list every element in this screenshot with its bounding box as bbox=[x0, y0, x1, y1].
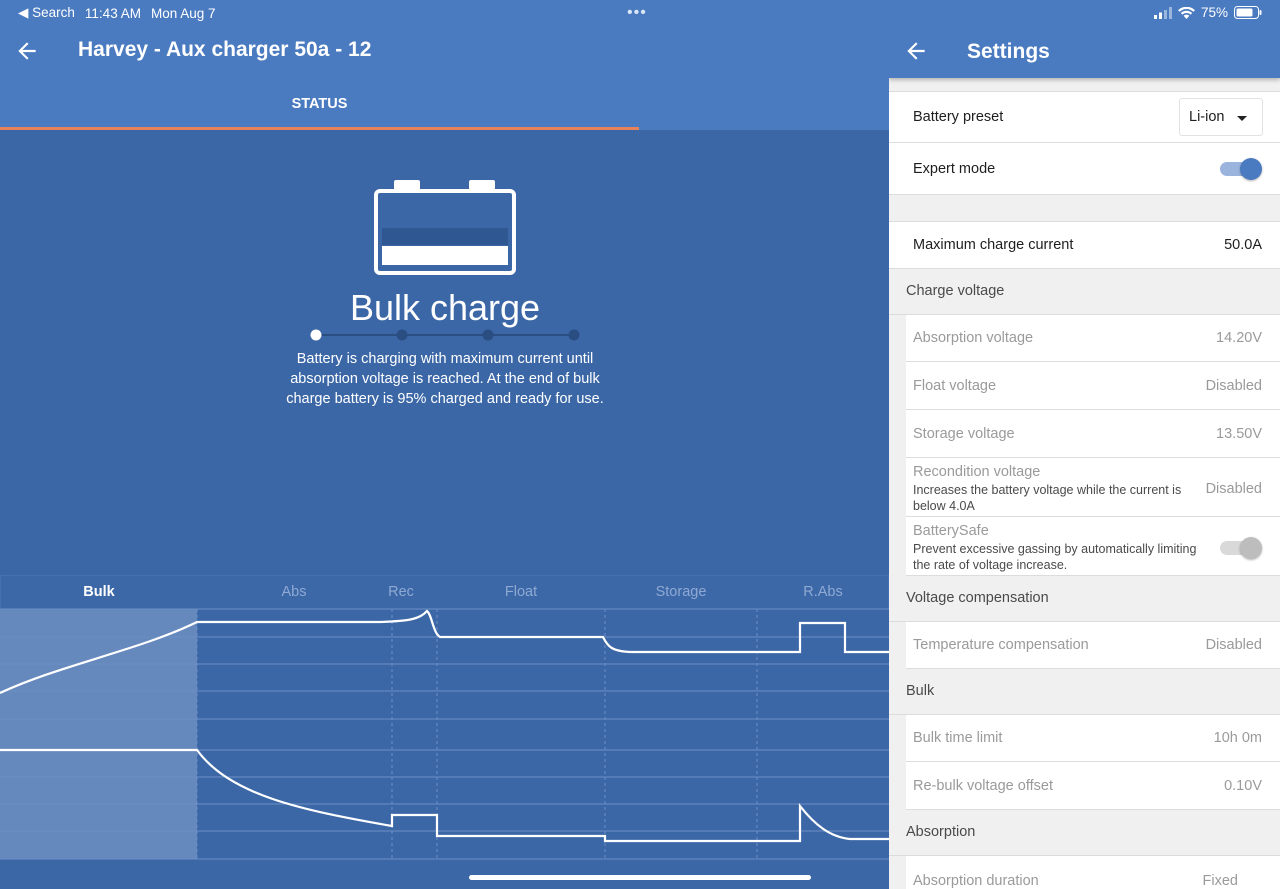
status-bar-left: ◀ Search 11:43 AM Mon Aug 7 bbox=[18, 5, 226, 21]
status-bar-right: 75% bbox=[1153, 5, 1262, 20]
voltage-compensation-header: Voltage compensation bbox=[889, 576, 1280, 622]
float-voltage-label: Float voltage bbox=[913, 378, 997, 394]
expert-mode-toggle[interactable] bbox=[1220, 157, 1262, 181]
device-title: Harvey - Aux charger 50a - 12 bbox=[78, 38, 372, 61]
expert-mode-label: Expert mode bbox=[913, 161, 996, 177]
battery-icon bbox=[374, 180, 516, 275]
settings-list: Battery preset Li-ion Expert mode Maximu… bbox=[889, 78, 1280, 889]
bulk-time-limit-row[interactable]: Bulk time limit 10h 0m bbox=[906, 715, 1280, 762]
absorption-duration-label: Absorption duration bbox=[913, 873, 1039, 889]
absorption-voltage-row[interactable]: Absorption voltage 14.20V bbox=[906, 315, 1280, 362]
stepper-dot-2 bbox=[396, 329, 408, 341]
stepper-dot-3 bbox=[482, 329, 494, 341]
storage-voltage-value: 13.50V bbox=[1216, 426, 1262, 442]
wifi-icon bbox=[1177, 6, 1195, 19]
phase-label-storage: Storage bbox=[655, 584, 707, 600]
absorption-voltage-value: 14.20V bbox=[1216, 330, 1262, 346]
battery-preset-select[interactable]: Li-ion bbox=[1179, 98, 1263, 136]
phase-labels: Bulk Abs Rec Float Storage R.Abs bbox=[0, 575, 889, 609]
float-voltage-row[interactable]: Float voltage Disabled bbox=[906, 362, 1280, 410]
absorption-voltage-label: Absorption voltage bbox=[913, 330, 1034, 346]
expert-mode-row[interactable]: Expert mode bbox=[889, 143, 1280, 195]
voltage-compensation-header-label: Voltage compensation bbox=[906, 590, 1049, 606]
battery-status-icon bbox=[1234, 6, 1262, 19]
phase-label-abs: Abs bbox=[281, 584, 307, 600]
settings-title: Settings bbox=[967, 40, 1050, 63]
back-to-app-link[interactable]: ◀ Search bbox=[18, 5, 75, 21]
batterysafe-toggle[interactable] bbox=[1220, 536, 1262, 560]
max-charge-current-row[interactable]: Maximum charge current 50.0A bbox=[889, 222, 1280, 269]
phase-label-float: Float bbox=[504, 584, 538, 600]
stepper-dot-1 bbox=[310, 329, 322, 341]
device-header: ◀ Search 11:43 AM Mon Aug 7 ••• Harvey -… bbox=[0, 0, 889, 130]
status-date: Mon Aug 7 bbox=[150, 5, 216, 21]
absorption-header: Absorption bbox=[889, 810, 1280, 856]
back-arrow-icon[interactable] bbox=[14, 38, 40, 64]
device-status-pane: ◀ Search 11:43 AM Mon Aug 7 ••• Harvey -… bbox=[0, 0, 889, 889]
bulk-header: Bulk bbox=[889, 669, 1280, 715]
status-time: 11:43 AM bbox=[84, 5, 141, 21]
absorption-header-label: Absorption bbox=[906, 824, 976, 840]
more-dots-icon[interactable]: ••• bbox=[627, 4, 647, 22]
home-indicator[interactable] bbox=[469, 875, 811, 880]
temperature-compensation-row[interactable]: Temperature compensation Disabled bbox=[906, 622, 1280, 669]
spacer-top bbox=[889, 78, 1280, 92]
dropdown-caret-icon bbox=[1237, 116, 1247, 121]
charge-state-description: Battery is charging with maximum current… bbox=[286, 351, 604, 407]
bulk-time-limit-value: 10h 0m bbox=[1213, 730, 1262, 746]
battery-preset-value: Li-ion bbox=[1189, 109, 1225, 125]
batterysafe-row[interactable]: BatterySafe Prevent excessive gassing by… bbox=[906, 517, 1280, 576]
absorption-duration-row[interactable]: Absorption duration Fixed bbox=[906, 856, 1280, 889]
phase-label-bulk: Bulk bbox=[83, 584, 115, 600]
batterysafe-desc: Prevent excessive gassing by automatical… bbox=[913, 542, 1197, 572]
rebulk-voltage-offset-label: Re-bulk voltage offset bbox=[913, 778, 1053, 794]
charge-stage-stepper bbox=[310, 329, 580, 341]
spacer-section bbox=[889, 195, 1280, 222]
max-charge-current-value: 50.0A bbox=[1224, 237, 1262, 253]
phase-label-rec: Rec bbox=[388, 584, 414, 600]
charge-curve-chart bbox=[0, 575, 889, 889]
settings-header: 75% Settings bbox=[889, 0, 1280, 78]
battery-preset-label: Battery preset bbox=[913, 109, 1004, 125]
active-phase-band bbox=[0, 609, 197, 859]
signal-icon bbox=[1153, 6, 1172, 19]
recondition-voltage-value: Disabled bbox=[1205, 481, 1262, 497]
storage-voltage-label: Storage voltage bbox=[913, 426, 1015, 442]
settings-pane: 75% Settings Battery preset Li-ion Exper… bbox=[889, 0, 1280, 889]
charge-voltage-header-label: Charge voltage bbox=[906, 283, 1005, 299]
phase-label-rabs: R.Abs bbox=[803, 584, 843, 600]
recondition-voltage-desc: Increases the battery voltage while the … bbox=[913, 483, 1182, 513]
temperature-compensation-value: Disabled bbox=[1205, 637, 1262, 653]
recondition-voltage-label: Recondition voltage bbox=[913, 464, 1041, 480]
absorption-duration-value: Fixed bbox=[1202, 873, 1238, 889]
charge-state-title: Bulk charge bbox=[349, 287, 541, 328]
battery-preset-row[interactable]: Battery preset Li-ion bbox=[889, 92, 1280, 143]
max-charge-current-label: Maximum charge current bbox=[913, 237, 1074, 253]
tab-status[interactable]: STATUS bbox=[0, 92, 639, 130]
rebulk-voltage-offset-value: 0.10V bbox=[1224, 778, 1262, 794]
charge-voltage-header: Charge voltage bbox=[889, 269, 1280, 315]
battery-percent: 75% bbox=[1200, 5, 1228, 20]
stepper-dot-4 bbox=[568, 329, 580, 341]
batterysafe-label: BatterySafe bbox=[913, 523, 989, 539]
bulk-header-label: Bulk bbox=[906, 683, 935, 699]
back-arrow-icon[interactable] bbox=[903, 38, 929, 64]
temperature-compensation-label: Temperature compensation bbox=[913, 637, 1089, 653]
float-voltage-value: Disabled bbox=[1205, 378, 1262, 394]
rebulk-voltage-offset-row[interactable]: Re-bulk voltage offset 0.10V bbox=[906, 762, 1280, 810]
storage-voltage-row[interactable]: Storage voltage 13.50V bbox=[906, 410, 1280, 458]
bulk-time-limit-label: Bulk time limit bbox=[913, 730, 1003, 746]
recondition-voltage-row[interactable]: Recondition voltage Increases the batter… bbox=[906, 458, 1280, 517]
